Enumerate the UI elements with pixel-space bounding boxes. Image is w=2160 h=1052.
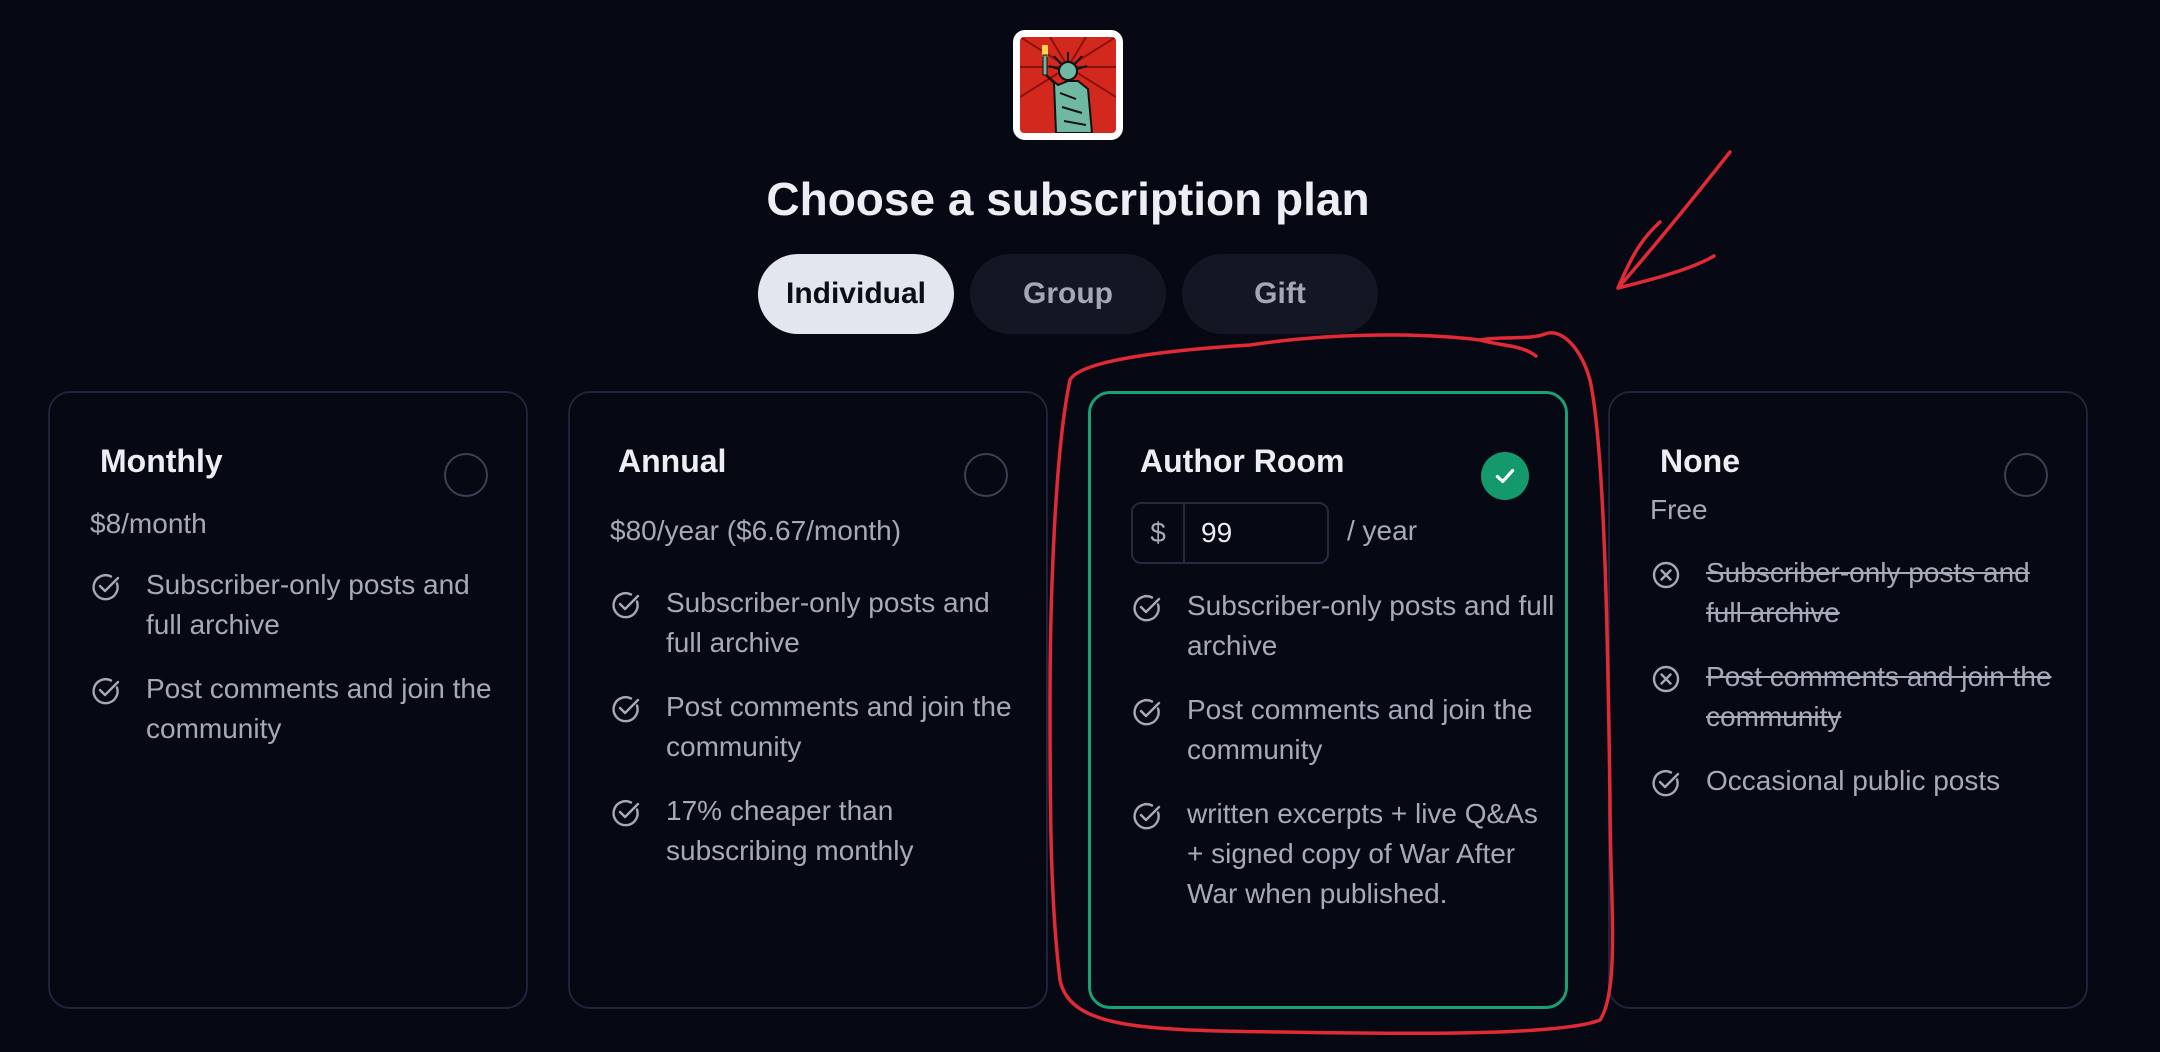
plan-radio[interactable] — [964, 453, 1008, 497]
feature-text: written excerpts + live Q&As + signed co… — [1187, 798, 1538, 909]
feature-text: Post comments and join the community — [1187, 694, 1533, 765]
feature-text: Post comments and join the community — [146, 673, 492, 744]
check-circle-icon — [1133, 699, 1161, 726]
feature-item: Subscriber-only posts and full archive — [610, 583, 1026, 663]
plan-radio-selected[interactable] — [1481, 452, 1529, 500]
feature-text: Subscriber-only posts and full archive — [1187, 590, 1555, 661]
feature-text: Subscriber-only posts and full archive — [666, 587, 990, 658]
feature-text: 17% cheaper than subscribing monthly — [666, 795, 914, 866]
feature-text: Occasional public posts — [1706, 765, 2001, 796]
custom-price-field[interactable]: $ — [1131, 502, 1329, 564]
page-title: Choose a subscription plan — [766, 173, 1370, 225]
plan-name: None — [1660, 443, 1740, 479]
check-circle-icon — [92, 574, 120, 601]
plan-card-author-room[interactable]: Author Room $ / year Subscriber-only pos… — [1088, 391, 1568, 1009]
plan-name: Monthly — [100, 443, 223, 479]
feature-list: Subscriber-only posts and full archive P… — [1650, 553, 2066, 825]
price-period: / year — [1347, 515, 1418, 546]
plan-name: Author Room — [1140, 443, 1345, 479]
feature-list: Subscriber-only posts and full archive P… — [1131, 586, 1555, 938]
feature-item: Post comments and join the community — [1131, 690, 1555, 770]
publication-logo — [1013, 30, 1123, 140]
feature-item: Subscriber-only posts and full archive — [90, 565, 506, 645]
x-circle-icon — [1652, 665, 1680, 693]
x-circle-icon — [1652, 561, 1680, 589]
check-circle-icon — [612, 800, 640, 827]
feature-text: Subscriber-only posts and full archive — [146, 569, 470, 640]
plan-card-monthly[interactable]: Monthly $8/month Subscriber-only posts a… — [48, 391, 528, 1009]
checkmark-icon — [1495, 468, 1515, 484]
tab-gift[interactable]: Gift — [1182, 254, 1378, 334]
plan-radio[interactable] — [444, 453, 488, 497]
check-circle-icon — [612, 696, 640, 723]
feature-list: Subscriber-only posts and full archive P… — [90, 565, 506, 773]
plan-card-annual[interactable]: Annual $80/year ($6.67/month) Subscriber… — [568, 391, 1048, 1009]
feature-item: Subscriber-only posts and full archive — [1131, 586, 1555, 666]
feature-list: Subscriber-only posts and full archive P… — [610, 583, 1026, 895]
plan-radio[interactable] — [2004, 453, 2048, 497]
feature-item-excluded: Post comments and join the community — [1650, 657, 2066, 737]
plan-price: Free — [1650, 494, 1708, 525]
feature-text: Post comments and join the community — [1706, 661, 2052, 732]
feature-item: 17% cheaper than subscribing monthly — [610, 791, 1026, 871]
plan-card-none[interactable]: None Free Subscriber-only posts and full… — [1608, 391, 2088, 1009]
plan-price: $80/year ($6.67/month) — [610, 515, 902, 546]
check-circle-icon — [612, 592, 640, 619]
feature-item: Post comments and join the community — [90, 669, 506, 749]
plan-price: $8/month — [90, 508, 207, 539]
price-amount-input[interactable] — [1185, 504, 1327, 562]
check-circle-icon — [1133, 803, 1161, 830]
tab-group[interactable]: Group — [970, 254, 1166, 334]
plan-name: Annual — [618, 443, 727, 479]
currency-symbol: $ — [1133, 504, 1185, 562]
feature-text: Subscriber-only posts and full archive — [1706, 557, 2030, 628]
statue-of-liberty-logo — [1020, 37, 1116, 133]
feature-text: Post comments and join the community — [666, 691, 1012, 762]
feature-item-excluded: Subscriber-only posts and full archive — [1650, 553, 2066, 633]
feature-item: written excerpts + live Q&As + signed co… — [1131, 794, 1555, 914]
check-circle-icon — [1652, 770, 1680, 797]
check-circle-icon — [92, 678, 120, 705]
subscription-page: Choose a subscription plan Individual Gr… — [0, 0, 2160, 1052]
feature-item: Occasional public posts — [1650, 761, 2066, 801]
check-circle-icon — [1133, 595, 1161, 622]
tab-individual[interactable]: Individual — [758, 254, 954, 334]
feature-item: Post comments and join the community — [610, 687, 1026, 767]
